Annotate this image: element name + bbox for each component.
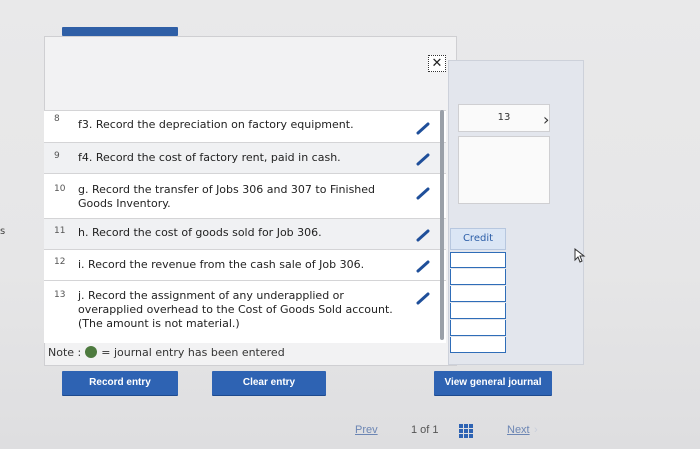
row-number: 8	[54, 114, 60, 124]
pencil-icon[interactable]	[416, 259, 430, 273]
credit-column-header: Credit	[450, 228, 506, 250]
row-number: 13	[54, 290, 66, 300]
row-text: g. Record the transfer of Jobs 306 and 3…	[78, 183, 376, 210]
chevron-right-icon[interactable]: ›	[543, 110, 549, 129]
list-item[interactable]: 10 g. Record the transfer of Jobs 306 an…	[44, 174, 446, 219]
list-item[interactable]: 8 f3. Record the depreciation on factory…	[44, 111, 446, 143]
view-general-journal-button[interactable]: View general journal	[434, 371, 552, 395]
row-number: 12	[54, 257, 66, 267]
pencil-icon[interactable]	[416, 121, 430, 135]
list-scrollbar[interactable]	[440, 110, 444, 340]
list-item[interactable]: 11 h. Record the cost of goods sold for …	[44, 219, 446, 250]
record-entry-button[interactable]: Record entry	[62, 371, 178, 395]
prev-link[interactable]: Prev	[355, 424, 378, 436]
row-number: 11	[54, 226, 66, 236]
row-text: f3. Record the depreciation on factory e…	[78, 118, 354, 131]
pencil-icon[interactable]	[416, 291, 430, 305]
row-text: f4. Record the cost of factory rent, pai…	[78, 151, 341, 164]
row-number: 10	[54, 184, 66, 194]
note-prefix: Note :	[48, 346, 82, 359]
credit-cell[interactable]	[450, 303, 506, 319]
list-item[interactable]: 13 j. Record the assignment of any under…	[44, 281, 446, 343]
page-count: 1 of 1	[411, 424, 439, 436]
entered-dot-icon	[85, 346, 98, 358]
note-suffix: = journal entry has been entered	[101, 346, 285, 359]
list-item[interactable]: 12 i. Record the revenue from the cash s…	[44, 250, 446, 281]
side-value: 13	[458, 104, 550, 132]
clear-entry-button[interactable]: Clear entry	[212, 371, 326, 395]
next-chevron-icon[interactable]: ›	[534, 424, 538, 436]
title-bar-accent	[62, 27, 178, 36]
credit-column-cells	[450, 252, 506, 354]
credit-cell[interactable]	[450, 252, 506, 268]
row-number: 9	[54, 151, 60, 161]
pencil-icon[interactable]	[416, 152, 430, 166]
close-icon[interactable]: ✕	[428, 55, 446, 72]
pencil-icon[interactable]	[416, 186, 430, 200]
credit-cell[interactable]	[450, 286, 506, 302]
transaction-list: 8 f3. Record the depreciation on factory…	[44, 110, 446, 343]
credit-cell[interactable]	[450, 269, 506, 285]
list-item[interactable]: 9 f4. Record the cost of factory rent, p…	[44, 143, 446, 174]
grid-icon[interactable]	[459, 424, 473, 438]
credit-cell[interactable]	[450, 337, 506, 353]
legend-note: Note : = journal entry has been entered	[48, 346, 285, 359]
pencil-icon[interactable]	[416, 228, 430, 242]
side-box	[458, 136, 550, 204]
row-text: i. Record the revenue from the cash sale…	[78, 258, 365, 271]
row-text: j. Record the assignment of any underapp…	[78, 289, 393, 330]
next-link[interactable]: Next	[507, 424, 530, 436]
mouse-cursor-icon	[574, 248, 586, 263]
row-text: h. Record the cost of goods sold for Job…	[78, 226, 322, 239]
credit-cell[interactable]	[450, 320, 506, 336]
left-edge-mark: s	[0, 226, 6, 237]
